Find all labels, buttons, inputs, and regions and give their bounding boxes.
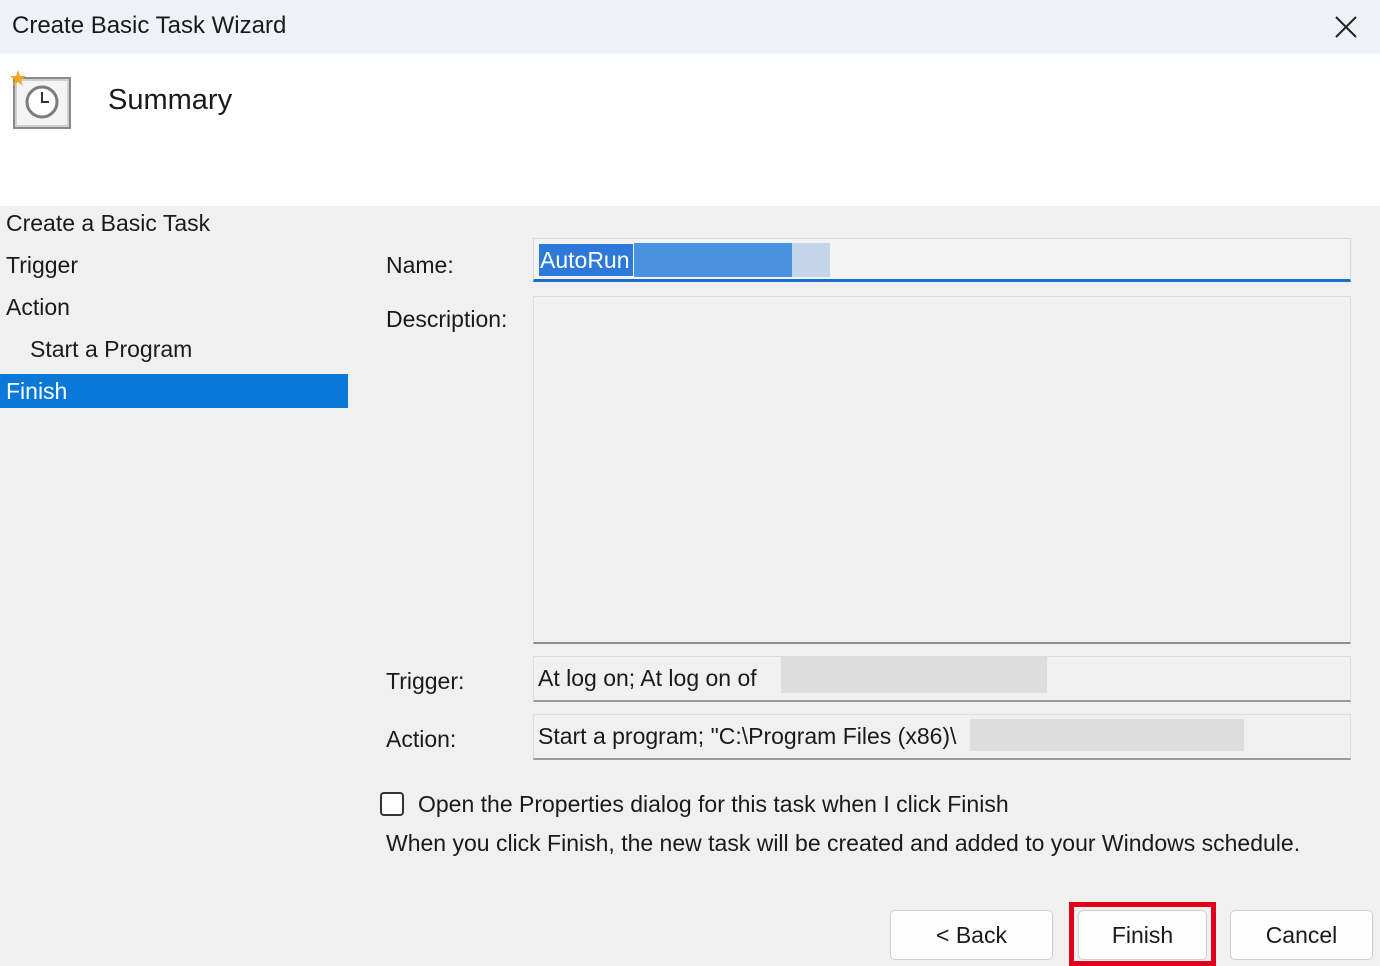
- close-button[interactable]: [1326, 7, 1366, 47]
- wizard-header: Summary: [0, 54, 1380, 206]
- task-scheduler-clock-icon: [10, 70, 71, 129]
- name-value: AutoRun: [539, 244, 633, 276]
- trigger-label: Trigger:: [386, 668, 465, 694]
- action-field[interactable]: Start a program; "C:\Program Files (x86)…: [533, 714, 1351, 760]
- nav-item-action[interactable]: Action: [0, 290, 348, 324]
- action-value: Start a program; "C:\Program Files (x86)…: [538, 723, 957, 749]
- nav-item-start-a-program[interactable]: Start a Program: [0, 332, 348, 366]
- redacted-region: [781, 657, 1047, 693]
- description-label: Description:: [386, 306, 508, 332]
- description-field[interactable]: [533, 296, 1351, 644]
- nav-item-trigger[interactable]: Trigger: [0, 248, 348, 282]
- cancel-button[interactable]: Cancel: [1230, 910, 1373, 960]
- open-properties-checkbox[interactable]: [380, 792, 404, 816]
- trigger-value: At log on; At log on of: [538, 665, 757, 691]
- name-field[interactable]: AutoRun: [533, 238, 1351, 282]
- redacted-region: [634, 243, 792, 277]
- redacted-region: [970, 719, 1244, 751]
- finish-info-text: When you click Finish, the new task will…: [386, 830, 1301, 856]
- open-properties-label[interactable]: Open the Properties dialog for this task…: [418, 791, 1009, 818]
- open-properties-option[interactable]: Open the Properties dialog for this task…: [380, 788, 1009, 820]
- trigger-field[interactable]: At log on; At log on of: [533, 656, 1351, 702]
- back-button[interactable]: < Back: [890, 910, 1053, 960]
- name-label: Name:: [386, 252, 454, 278]
- window-title: Create Basic Task Wizard: [12, 12, 287, 39]
- page-title: Summary: [108, 84, 233, 116]
- finish-button[interactable]: Finish: [1078, 910, 1207, 960]
- nav-item-finish[interactable]: Finish: [0, 374, 348, 408]
- nav-item-create-basic-task[interactable]: Create a Basic Task: [0, 206, 348, 240]
- title-bar: Create Basic Task Wizard: [0, 0, 1380, 54]
- redacted-region: [792, 243, 830, 277]
- action-label: Action:: [386, 726, 457, 752]
- close-icon: [1335, 16, 1357, 38]
